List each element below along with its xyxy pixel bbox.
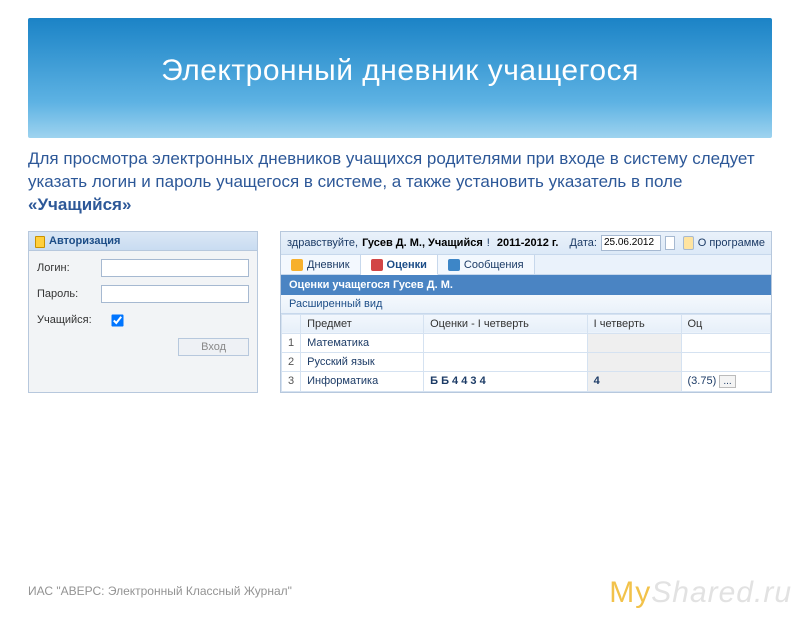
watermark: MyShared.ru	[609, 576, 792, 610]
student-checkbox[interactable]	[111, 314, 123, 326]
tabs: Дневник Оценки Сообщения	[281, 255, 771, 275]
tab-diary-label: Дневник	[307, 259, 350, 271]
grades-panel: здравствуйте, Гусев Д. М., Учащийся! 201…	[280, 231, 772, 393]
auth-body: Логин: Пароль: Учащийся: Вход	[29, 251, 257, 366]
greeting-name: Гусев Д. М., Учащийся	[362, 237, 483, 249]
tab-messages-label: Сообщения	[464, 259, 524, 271]
date-label: Дата:	[570, 237, 597, 249]
calendar-icon[interactable]	[665, 236, 675, 250]
about-link[interactable]: О программе	[698, 237, 765, 249]
expanded-view-toggle[interactable]: Расширенный вид	[281, 295, 771, 314]
slide-description: Для просмотра электронных дневников учащ…	[28, 148, 772, 217]
grades-title-bar: Оценки учащегося Гусев Д. М.	[281, 275, 771, 295]
login-label: Логин:	[37, 262, 101, 274]
table-row[interactable]: 3 Информатика Б Б 4 4 3 4 4 (3.75) ...	[282, 371, 771, 391]
col-num	[282, 314, 301, 333]
tab-diary[interactable]: Дневник	[281, 255, 361, 274]
auth-panel: Авторизация Логин: Пароль: Учащийся: Вхо…	[28, 231, 258, 393]
book-icon	[291, 259, 303, 271]
grades-icon	[371, 259, 383, 271]
help-icon[interactable]	[683, 236, 693, 250]
tab-grades-label: Оценки	[387, 259, 427, 271]
table-row[interactable]: 2 Русский язык	[282, 352, 771, 371]
grades-header: здравствуйте, Гусев Д. М., Учащийся! 201…	[281, 232, 771, 255]
col-tail: Оц	[681, 314, 771, 333]
login-button[interactable]: Вход	[178, 338, 249, 356]
table-row[interactable]: 1 Математика	[282, 333, 771, 352]
panels-row: Авторизация Логин: Пароль: Учащийся: Вхо…	[28, 231, 772, 393]
password-label: Пароль:	[37, 288, 101, 300]
auth-header: Авторизация	[29, 232, 257, 251]
col-marks: Оценки - I четверть	[424, 314, 588, 333]
slide-title: Электронный дневник учащегося	[28, 18, 772, 138]
description-bold: «Учащийся»	[28, 195, 131, 214]
description-text: Для просмотра электронных дневников учащ…	[28, 149, 755, 191]
col-quarter: I четверть	[587, 314, 681, 333]
more-button[interactable]: ...	[719, 375, 735, 388]
login-input[interactable]	[101, 259, 249, 277]
auth-header-text: Авторизация	[49, 235, 120, 247]
tab-grades[interactable]: Оценки	[361, 255, 438, 275]
student-label: Учащийся:	[37, 314, 107, 326]
footer-text: ИАС "АВЕРС: Электронный Классный Журнал"	[28, 584, 292, 598]
grades-table: Предмет Оценки - I четверть I четверть О…	[281, 314, 771, 392]
messages-icon	[448, 259, 460, 271]
school-year: 2011-2012 г.	[497, 237, 559, 249]
tab-messages[interactable]: Сообщения	[438, 255, 535, 274]
lock-icon	[35, 236, 45, 248]
password-input[interactable]	[101, 285, 249, 303]
col-subject: Предмет	[301, 314, 424, 333]
date-input[interactable]	[601, 235, 661, 251]
greeting-prefix: здравствуйте,	[287, 237, 358, 249]
